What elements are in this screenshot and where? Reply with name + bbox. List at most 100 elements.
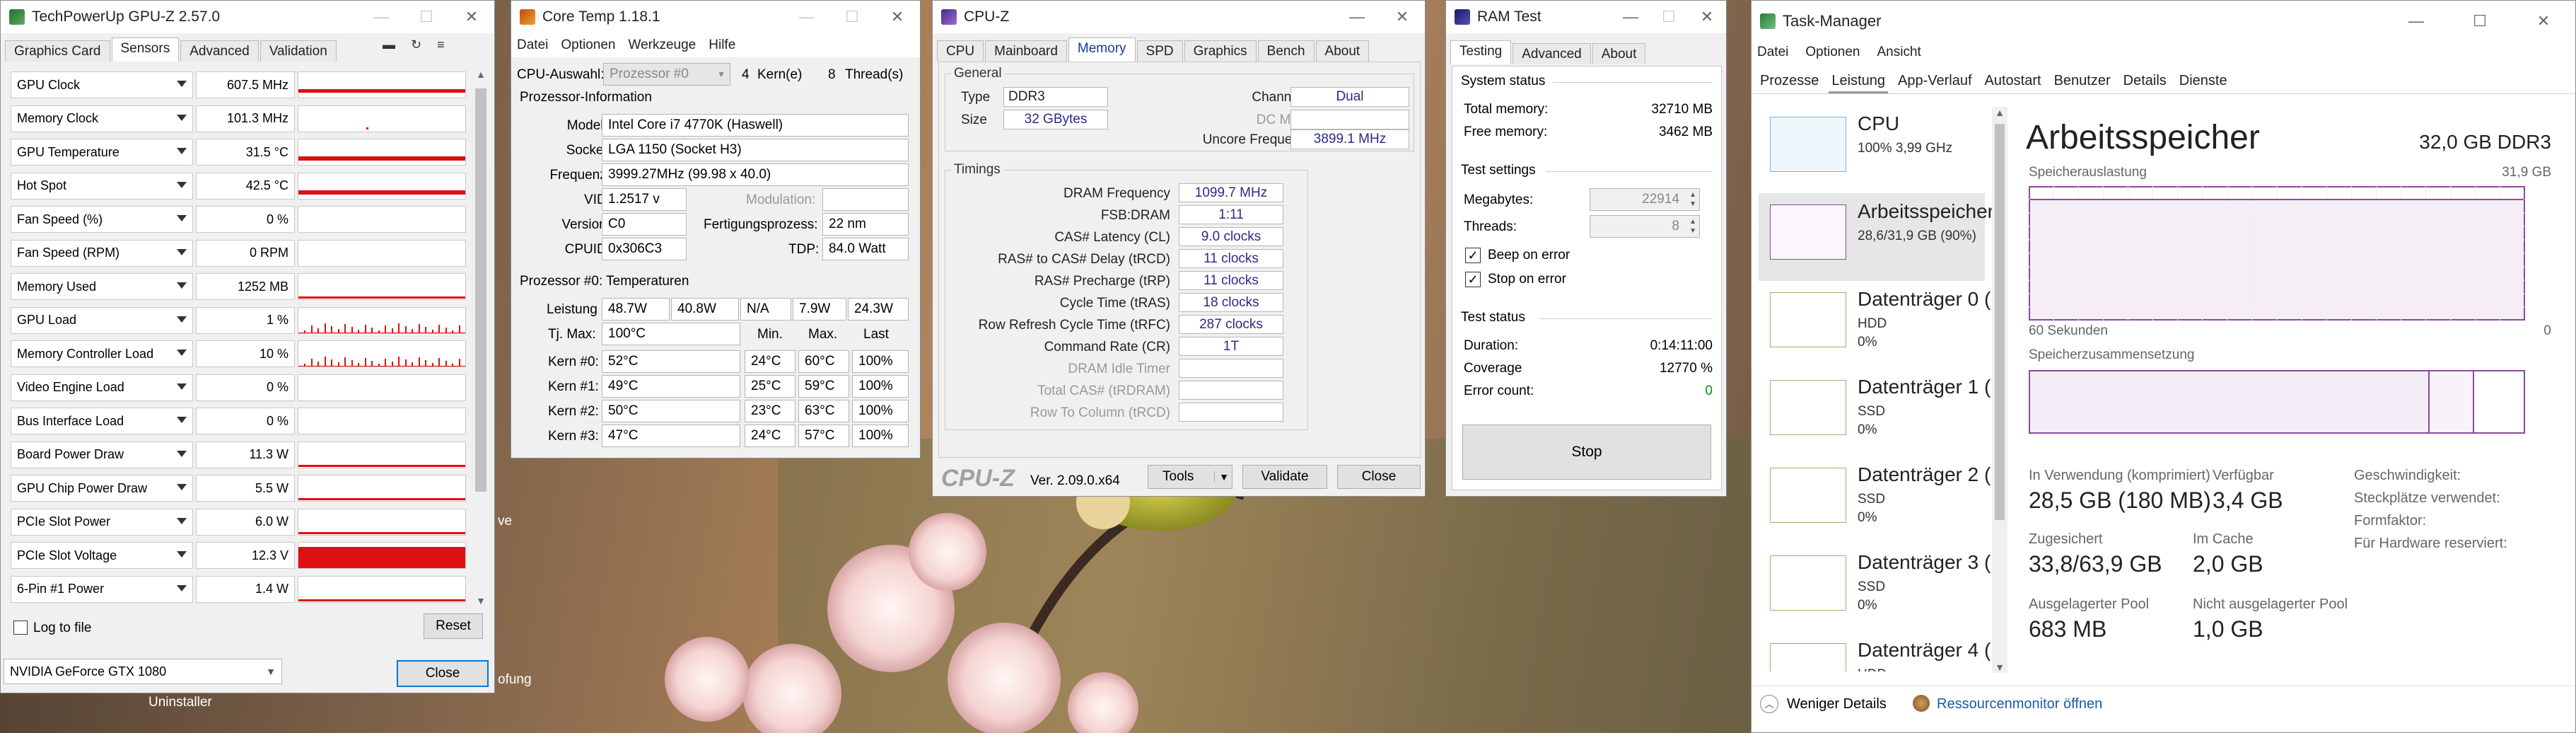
beep-on-error-checkbox[interactable]: ✓ [1465,248,1481,263]
maximize-icon[interactable]: ☐ [1650,1,1688,33]
gpuz-sensor-label[interactable]: PCIe Slot Power [11,508,193,536]
desktop-uninstaller-label[interactable]: Uninstaller [148,695,212,710]
gpuz-sensor-label[interactable]: Hot Spot [11,172,193,200]
sidebar-item[interactable]: Datenträger 0 (HDD 0% [1759,281,1991,369]
gpuz-sensor-label[interactable]: Board Power Draw [11,441,193,468]
gpuz-scrollbar[interactable]: ▲ ▼ [473,69,489,606]
taskmgr-menu-ansicht[interactable]: Ansicht [1877,45,1921,60]
close-icon[interactable]: ✕ [1688,1,1726,33]
chevron-down-icon[interactable] [177,484,187,490]
gpuz-sensor-label[interactable]: Fan Speed (%) [11,206,193,233]
taskmgr-titlebar[interactable]: Task-Manager — ☐ ✕ [1752,1,2575,42]
camera-icon[interactable]: ▬ [383,37,395,52]
ramtest-tab-testing[interactable]: Testing [1450,40,1512,64]
gpuz-tab-validation[interactable]: Validation [260,40,337,62]
scroll-up-icon[interactable]: ▲ [1992,107,2007,118]
taskmgr-tab-dienste[interactable]: Dienste [2176,69,2230,93]
fewer-details-link[interactable]: Weniger Details [1787,696,1887,712]
gpuz-close-button[interactable]: Close [397,660,489,687]
cpuz-tab-bench[interactable]: Bench [1257,40,1315,62]
gpuz-sensor-label[interactable]: Bus Interface Load [11,408,193,434]
chevron-down-icon[interactable] [177,148,187,154]
chevron-down-icon[interactable] [177,282,187,289]
chevron-down-icon[interactable] [177,248,187,255]
maximize-icon[interactable]: ☐ [2448,1,2512,42]
menu-icon[interactable]: ≡ [437,37,445,52]
gpuz-sensor-label[interactable]: PCIe Slot Voltage [11,542,193,569]
taskmgr-menu-optionen[interactable]: Optionen [1805,45,1860,60]
gpuz-scroll-thumb[interactable] [475,88,486,492]
sidebar-item[interactable]: Datenträger 4 (HDD [1759,632,1991,671]
gpuz-sensor-label[interactable]: GPU Load [11,306,193,334]
gpuz-tab-sensors[interactable]: Sensors [111,37,180,62]
chevron-down-icon[interactable] [177,450,187,457]
cpu-select-dropdown[interactable]: Prozessor #0 ▼ [603,63,730,86]
sidebar-item[interactable]: Datenträger 2 (SSD 0% [1759,456,1991,544]
maximize-icon[interactable]: ☐ [829,1,875,33]
chevron-down-icon[interactable] [177,181,187,188]
ramtest-tab-about[interactable]: About [1592,43,1646,64]
taskmgr-menu-datei[interactable]: Datei [1757,45,1788,60]
taskmgr-tab-prozesse[interactable]: Prozesse [1757,69,1822,93]
gpuz-sensor-label[interactable]: GPU Clock [11,71,193,98]
taskmgr-tab-leistung[interactable]: Leistung [1829,69,1888,93]
coretemp-titlebar[interactable]: Core Temp 1.18.1 — ☐ ✕ [511,1,920,33]
chevron-down-icon[interactable] [177,215,187,221]
spinner-icon[interactable]: ▲ ▼ [1689,217,1696,236]
chevron-down-icon[interactable] [177,350,187,356]
minimize-icon[interactable]: — [2384,1,2448,42]
chevron-down-icon[interactable] [177,316,187,323]
sidebar-item[interactable]: Datenträger 1 (SSD 0% [1759,369,1991,456]
sidebar-scroll-thumb[interactable] [1995,124,2005,520]
gpuz-sensor-label[interactable]: Memory Controller Load [11,340,193,367]
cpuz-tab-about[interactable]: About [1315,40,1370,62]
chevron-down-icon[interactable] [177,584,187,591]
chevron-up-icon[interactable]: ︿ [1760,695,1778,713]
chevron-down-icon[interactable] [177,417,187,423]
taskmgr-sidebar-scrollbar[interactable]: ▲ ▼ [1992,107,2007,673]
taskmgr-tab-autostart[interactable]: Autostart [1982,69,2044,93]
scroll-down-icon[interactable]: ▼ [473,595,489,606]
close-icon[interactable]: ✕ [1380,1,1425,33]
chevron-down-icon[interactable] [177,81,187,87]
gpuz-sensor-label[interactable]: Memory Clock [11,105,193,132]
coretemp-menu-optionen[interactable]: Optionen [561,37,615,53]
close-icon[interactable]: ✕ [875,1,920,33]
composition-in-use[interactable] [2030,371,2430,432]
megabytes-input[interactable]: 22914 ▲ ▼ [1590,188,1700,211]
composition-modified[interactable] [2430,371,2475,432]
gpuz-sensor-label[interactable]: Video Engine Load [11,374,193,401]
minimize-icon[interactable]: — [784,1,829,33]
spinner-icon[interactable]: ▲ ▼ [1689,190,1696,209]
minimize-icon[interactable]: — [359,1,404,33]
taskmgr-tab-details[interactable]: Details [2121,69,2169,93]
sidebar-item[interactable]: Datenträger 3 (SSD 0% [1759,544,1991,632]
cpuz-validate-button[interactable]: Validate [1242,465,1327,489]
coretemp-menu-werkzeuge[interactable]: Werkzeuge [628,37,696,53]
ramtest-titlebar[interactable]: RAM Test — ☐ ✕ [1446,1,1726,33]
gpuz-reset-button[interactable]: Reset [424,613,483,639]
cpuz-tab-memory[interactable]: Memory [1068,37,1136,62]
scroll-down-icon[interactable]: ▼ [1992,662,2007,673]
ramtest-stop-button[interactable]: Stop [1462,425,1711,480]
gpuz-gpu-select[interactable]: NVIDIA GeForce GTX 1080 ▼ [4,659,282,684]
gpuz-sensor-label[interactable]: GPU Chip Power Draw [11,475,193,502]
close-icon[interactable]: ✕ [2512,1,2575,42]
cpuz-titlebar[interactable]: CPU-Z — ✕ [933,1,1425,33]
coretemp-menu-hilfe[interactable]: Hilfe [709,37,735,53]
cpuz-tab-graphics[interactable]: Graphics [1184,40,1257,62]
cpuz-tab-mainboard[interactable]: Mainboard [985,40,1067,62]
gpuz-sensor-label[interactable]: Memory Used [11,273,193,300]
chevron-down-icon[interactable] [177,551,187,558]
cpuz-tools-button[interactable]: Tools ▼ [1148,465,1232,489]
gpuz-tab-graphics-card[interactable]: Graphics Card [5,40,110,62]
gpuz-sensor-label[interactable]: GPU Temperature [11,139,193,166]
taskmgr-tab-appverlauf[interactable]: App-Verlauf [1895,69,1975,93]
close-icon[interactable]: ✕ [449,1,494,33]
ramtest-tab-advanced[interactable]: Advanced [1513,43,1591,64]
gpuz-sensor-label[interactable]: 6-Pin #1 Power [11,575,193,603]
scroll-up-icon[interactable]: ▲ [473,69,489,80]
log-to-file-checkbox[interactable] [13,621,28,635]
chevron-down-icon[interactable] [177,114,187,121]
maximize-icon[interactable]: ☐ [404,1,449,33]
